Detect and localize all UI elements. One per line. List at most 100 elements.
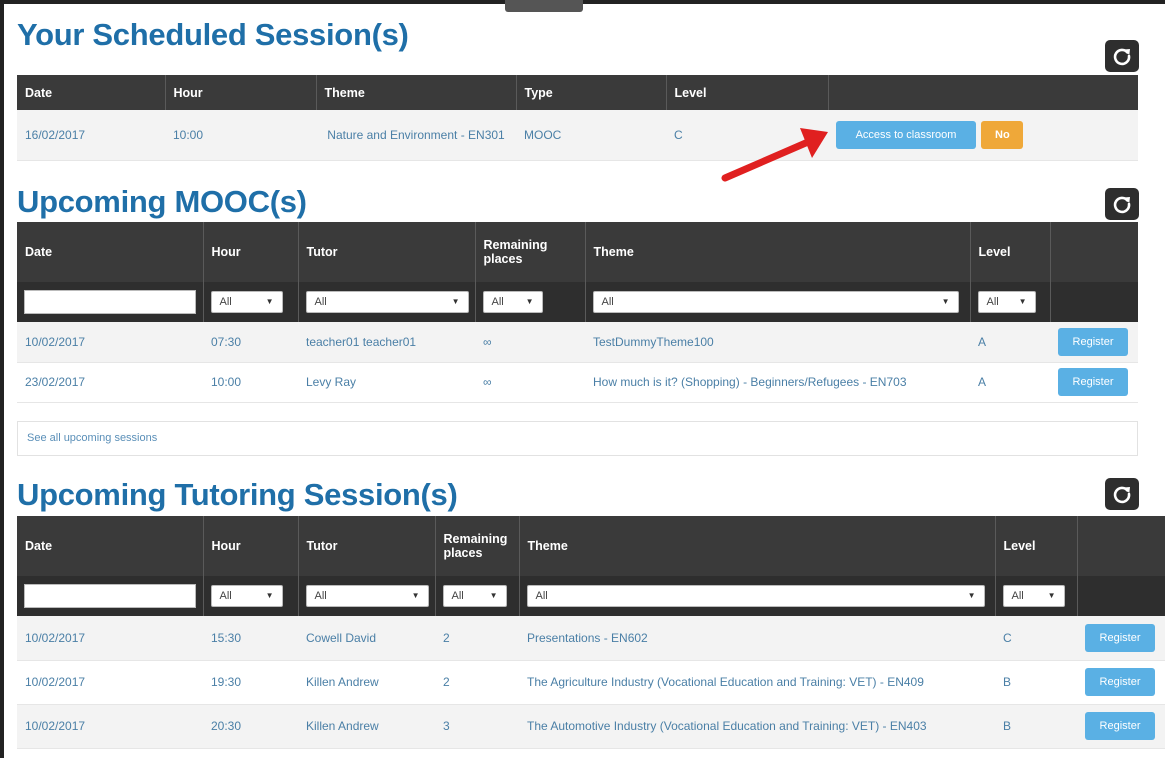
date-filter-input[interactable] — [24, 290, 196, 314]
cell-date: 10/02/2017 — [17, 322, 203, 363]
see-all-sessions-link[interactable]: See all upcoming sessions — [17, 421, 1138, 456]
scheduled-table: Date Hour Theme Type Level 16/02/2017 10… — [17, 75, 1138, 161]
col-hour[interactable]: Hour — [165, 75, 317, 110]
cell-hour: 10:00 — [203, 362, 298, 403]
tutor-filter-select[interactable]: All ▼ — [305, 291, 469, 313]
table-header-row: Date Hour Tutor Remaining places Theme L… — [17, 516, 1165, 576]
date-filter-input[interactable] — [24, 584, 196, 608]
places-filter-select[interactable]: All ▼ — [442, 585, 507, 607]
col-tutor[interactable]: Tutor — [298, 222, 476, 282]
cell-date: 10/02/2017 — [17, 616, 203, 661]
cell-theme: Nature and Environment - EN301 — [316, 110, 516, 161]
col-level[interactable]: Level — [995, 516, 1078, 576]
caret-down-icon: ▼ — [941, 297, 950, 306]
table-row: 10/02/2017 15:30 Cowell David 2 Presenta… — [17, 616, 1165, 661]
col-type[interactable]: Type — [516, 75, 667, 110]
col-remaining-places[interactable]: Remaining places — [475, 222, 586, 282]
tutoring-refresh-button[interactable] — [1105, 478, 1139, 510]
caret-down-icon: ▼ — [489, 591, 498, 600]
col-date[interactable]: Date — [17, 75, 166, 110]
col-date[interactable]: Date — [17, 222, 204, 282]
hour-filter-select[interactable]: All ▼ — [210, 291, 283, 313]
cell-theme: How much is it? (Shopping) - Beginners/R… — [585, 362, 970, 403]
col-theme[interactable]: Theme — [316, 75, 517, 110]
table-row: 23/02/2017 10:00 Levy Ray ∞ How much is … — [17, 362, 1138, 403]
table-header-row: Date Hour Theme Type Level — [17, 75, 1138, 110]
caret-down-icon: ▼ — [1047, 591, 1056, 600]
col-actions — [1077, 516, 1165, 576]
cell-tutor: Killen Andrew — [298, 660, 435, 705]
col-theme[interactable]: Theme — [519, 516, 996, 576]
filter-row: All ▼ All ▼ All ▼ All ▼ All ▼ — [17, 576, 1165, 616]
col-theme[interactable]: Theme — [585, 222, 971, 282]
cell-tutor: Killen Andrew — [298, 704, 435, 749]
table-row: 16/02/2017 10:00 Nature and Environment … — [17, 110, 1138, 161]
cell-level: B — [995, 704, 1077, 749]
mooc-refresh-button[interactable] — [1105, 188, 1139, 220]
refresh-icon — [1113, 486, 1131, 504]
cell-places: 3 — [435, 704, 519, 749]
top-handle — [505, 0, 583, 12]
cell-places: ∞ — [475, 322, 585, 363]
cell-tutor: teacher01 teacher01 — [298, 322, 475, 363]
refresh-icon — [1113, 48, 1131, 66]
register-button[interactable]: Register — [1058, 368, 1128, 396]
cell-hour: 07:30 — [203, 322, 298, 363]
cell-level: C — [995, 616, 1077, 661]
tutoring-title: Upcoming Tutoring Session(s) — [17, 477, 458, 512]
register-button[interactable]: Register — [1085, 712, 1155, 740]
scheduled-title: Your Scheduled Session(s) — [17, 17, 409, 52]
cell-hour: 10:00 — [165, 110, 316, 161]
refresh-icon — [1113, 196, 1131, 214]
caret-down-icon: ▼ — [1018, 297, 1027, 306]
red-arrow-icon — [721, 128, 828, 182]
cell-hour: 15:30 — [203, 616, 298, 661]
cell-type: MOOC — [516, 110, 666, 161]
cell-tutor: Cowell David — [298, 616, 435, 661]
cell-hour: 20:30 — [203, 704, 298, 749]
cell-places: ∞ — [475, 362, 585, 403]
tutor-filter-select[interactable]: All ▼ — [305, 585, 429, 607]
theme-filter-select[interactable]: All ▼ — [526, 585, 985, 607]
col-level[interactable]: Level — [970, 222, 1051, 282]
col-actions — [1050, 222, 1138, 282]
places-filter-select[interactable]: All ▼ — [482, 291, 543, 313]
cell-date: 23/02/2017 — [17, 362, 203, 403]
caret-down-icon: ▼ — [265, 591, 274, 600]
caret-down-icon: ▼ — [451, 297, 460, 306]
tutoring-table: Date Hour Tutor Remaining places Theme L… — [17, 516, 1165, 749]
register-button[interactable]: Register — [1085, 668, 1155, 696]
cell-level: B — [995, 660, 1077, 705]
cell-theme: The Automotive Industry (Vocational Educ… — [519, 704, 995, 749]
cell-places: 2 — [435, 660, 519, 705]
cell-date: 16/02/2017 — [17, 110, 165, 161]
theme-filter-select[interactable]: All ▼ — [592, 291, 959, 313]
level-filter-select[interactable]: All ▼ — [977, 291, 1036, 313]
col-hour[interactable]: Hour — [203, 516, 299, 576]
mooc-title: Upcoming MOOC(s) — [17, 184, 307, 219]
cell-theme: TestDummyTheme100 — [585, 322, 970, 363]
caret-down-icon: ▼ — [411, 591, 420, 600]
cell-theme: Presentations - EN602 — [519, 616, 995, 661]
hour-filter-select[interactable]: All ▼ — [210, 585, 283, 607]
register-button[interactable]: Register — [1058, 327, 1128, 356]
table-row: 10/02/2017 07:30 teacher01 teacher01 ∞ T… — [17, 322, 1138, 363]
table-header-row: Date Hour Tutor Remaining places Theme L… — [17, 222, 1138, 282]
cell-places: 2 — [435, 616, 519, 661]
register-button[interactable]: Register — [1085, 623, 1155, 652]
caret-down-icon: ▼ — [525, 297, 534, 306]
col-tutor[interactable]: Tutor — [298, 516, 436, 576]
col-remaining-places[interactable]: Remaining places — [435, 516, 520, 576]
cell-level: A — [970, 322, 1050, 363]
level-filter-select[interactable]: All ▼ — [1002, 585, 1065, 607]
col-level[interactable]: Level — [666, 75, 829, 110]
col-hour[interactable]: Hour — [203, 222, 299, 282]
no-button[interactable]: No — [981, 120, 1024, 149]
col-date[interactable]: Date — [17, 516, 204, 576]
access-classroom-button[interactable]: Access to classroom — [836, 120, 976, 149]
table-row: 10/02/2017 20:30 Killen Andrew 3 The Aut… — [17, 704, 1165, 749]
caret-down-icon: ▼ — [967, 591, 976, 600]
caret-down-icon: ▼ — [265, 297, 274, 306]
scheduled-refresh-button[interactable] — [1105, 40, 1139, 72]
mooc-table: Date Hour Tutor Remaining places Theme L… — [17, 222, 1138, 403]
